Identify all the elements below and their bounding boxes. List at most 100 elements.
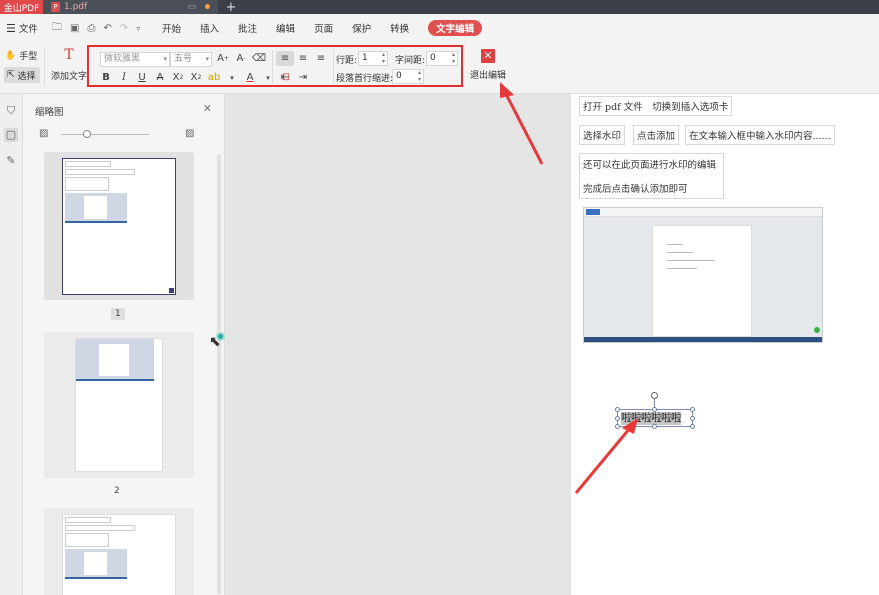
quick-access-toolbar: 🗀 ▣ ⎙ ↶ ↷ ▿ xyxy=(44,20,162,37)
line-spacing-input[interactable]: 1 ▴ ▾ xyxy=(358,51,388,66)
font-color-icon[interactable]: A xyxy=(241,70,259,85)
menu-page[interactable]: 页面 xyxy=(314,21,333,35)
file-menu[interactable]: ☰ 文件 xyxy=(0,21,44,36)
increase-font-icon[interactable]: A + xyxy=(214,51,232,66)
exit-edit-label: 退出编辑 xyxy=(469,71,506,81)
thumb-text-line xyxy=(65,533,109,547)
thumbnail-page-image xyxy=(75,338,163,472)
text-edit-ribbon: ✋ 手型 ⇱ 选择 T 添加文字 微软雅黑 ▾ 五号 ▾ A + A- ⌫ B I… xyxy=(0,42,879,94)
menu-text-edit[interactable]: 文字编辑 xyxy=(428,20,483,36)
superscript-icon[interactable]: X2 xyxy=(169,70,187,85)
annotation-icon[interactable]: ✎ xyxy=(4,154,18,168)
menu-annotate[interactable]: 批注 xyxy=(238,21,257,35)
font-family-select[interactable]: 微软雅黑 ▾ xyxy=(100,52,170,67)
rotate-handle[interactable] xyxy=(651,392,658,399)
resize-handle[interactable] xyxy=(690,424,695,429)
menu-protect[interactable]: 保护 xyxy=(352,21,371,35)
thumbnail-page-3[interactable] xyxy=(44,508,194,595)
editable-text-content[interactable]: 啦啦啦啦啦啦 xyxy=(621,412,682,425)
thumbnail-page-2[interactable] xyxy=(44,332,194,478)
close-icon[interactable]: ✕ xyxy=(203,102,212,115)
bold-icon[interactable]: B xyxy=(97,70,115,85)
thumb-text-line xyxy=(65,177,109,191)
highlight-icon[interactable]: ab xyxy=(205,70,223,85)
zoom-knob[interactable] xyxy=(83,130,91,138)
open-folder-icon[interactable]: 🗀 xyxy=(52,20,62,37)
hand-tool-button[interactable]: ✋ 手型 xyxy=(5,49,38,63)
first-indent-input[interactable]: 0 ▴ ▾ xyxy=(392,69,424,84)
thumbnail-icon[interactable]: ▢ xyxy=(4,128,18,142)
redo-icon[interactable]: ↷ xyxy=(120,23,128,34)
menu-edit[interactable]: 编辑 xyxy=(276,21,295,35)
select-tool-button[interactable]: ⇱ 选择 xyxy=(4,67,40,83)
indent-decrease-icon[interactable]: ⇤ xyxy=(276,70,294,85)
resize-handle[interactable] xyxy=(690,416,695,421)
document-page[interactable]: 打开 pdf 文件 切换到插入选项卡 选择水印 点击添加 在文本输入框中输入水印… xyxy=(571,94,879,595)
more-dropdown-icon[interactable]: ▿ xyxy=(136,24,140,33)
embedded-screenshot[interactable] xyxy=(583,207,823,343)
document-tab-label: 1.pdf xyxy=(64,2,88,12)
document-canvas[interactable]: 打开 pdf 文件 切换到插入选项卡 选择水印 点击添加 在文本输入框中输入水印… xyxy=(226,94,879,595)
editable-text-box[interactable]: 啦啦啦啦啦啦 xyxy=(615,407,695,429)
spinner-icon[interactable]: ▴ ▾ xyxy=(452,51,455,65)
menu-convert[interactable]: 转换 xyxy=(390,21,409,35)
thumbnail-page-image xyxy=(62,158,176,295)
align-center-icon[interactable]: ≡ xyxy=(294,51,312,66)
font-size-tools: A + A- ⌫ xyxy=(214,51,268,66)
select-tool-label: 选择 xyxy=(17,71,36,82)
italic-icon[interactable]: I xyxy=(115,70,133,85)
page-corner-mark xyxy=(169,288,174,293)
font-size-select[interactable]: 五号 ▾ xyxy=(170,52,212,67)
thumbnail-scrollbar[interactable] xyxy=(217,154,221,594)
text-block-row1[interactable]: 打开 pdf 文件 切换到插入选项卡 xyxy=(579,96,733,116)
pdf-file-icon: P xyxy=(51,2,60,12)
spinner-icon[interactable]: ▴ ▾ xyxy=(418,69,421,83)
thumbnail-page-1[interactable] xyxy=(44,152,194,300)
subscript-icon[interactable]: X2 xyxy=(187,70,205,85)
hand-tool-label: 手型 xyxy=(19,52,38,62)
indent-increase-icon[interactable]: ⇥ xyxy=(294,70,312,85)
large-image-icon[interactable]: ▨ xyxy=(185,128,194,139)
spinner-icon[interactable]: ▴ ▾ xyxy=(382,51,385,65)
menu-start[interactable]: 开始 xyxy=(162,21,181,35)
print-icon[interactable]: ⎙ xyxy=(87,23,95,34)
text-block-row3[interactable]: 还可以在此页面进行水印的编辑 完成后点击确认添加即可 xyxy=(579,153,724,199)
resize-handle[interactable] xyxy=(615,416,620,421)
bookmark-icon[interactable]: ⛉ xyxy=(4,104,18,118)
resize-handle[interactable] xyxy=(615,424,620,429)
eraser-icon[interactable]: ⌫ xyxy=(250,51,268,66)
exit-edit-button[interactable]: ✕ 退出编辑 xyxy=(468,49,508,81)
resize-handle[interactable] xyxy=(652,424,657,429)
thumbnail-zoom-slider: ▨ ▨ xyxy=(39,128,209,142)
align-right-icon[interactable]: ≡ xyxy=(312,51,330,66)
chevron-down-icon[interactable]: ▾ xyxy=(259,70,277,85)
char-spacing-input[interactable]: 0 ▴ ▾ xyxy=(426,51,458,66)
char-spacing-value: 0 xyxy=(430,53,436,63)
embedded-page xyxy=(652,225,752,337)
underline-icon[interactable]: U xyxy=(133,70,151,85)
zoom-track[interactable] xyxy=(61,134,149,135)
close-icon: ✕ xyxy=(481,49,495,63)
chevron-down-icon[interactable]: ▾ xyxy=(223,70,241,85)
text-block-select-watermark[interactable]: 选择水印 xyxy=(579,125,626,145)
save-icon[interactable]: ▣ xyxy=(70,23,79,34)
decrease-font-icon[interactable]: A- xyxy=(232,51,250,66)
align-left-icon[interactable]: ≡ xyxy=(276,51,294,66)
menu-insert[interactable]: 插入 xyxy=(200,21,219,35)
undo-icon[interactable]: ↶ xyxy=(103,23,111,34)
document-tab[interactable]: P 1.pdf ▭ xyxy=(43,0,218,14)
chevron-down-icon: ▾ xyxy=(163,55,167,63)
embedded-toolbar xyxy=(584,208,822,217)
thumbnail-page-image xyxy=(62,514,176,595)
text-block-enter-content[interactable]: 在文本输入框中输入水印内容...... xyxy=(685,125,835,145)
add-text-button[interactable]: T 添加文字 xyxy=(50,47,88,82)
resize-handle[interactable] xyxy=(690,407,695,412)
new-tab-button[interactable]: + xyxy=(218,0,244,14)
window-icon[interactable]: ▭ xyxy=(187,2,196,12)
text-block-click-add[interactable]: 点击添加 xyxy=(633,125,680,145)
app-tab[interactable]: 金山PDF xyxy=(0,0,43,14)
resize-handle[interactable] xyxy=(615,407,620,412)
resize-handle[interactable] xyxy=(652,407,657,412)
strikethrough-icon[interactable]: A xyxy=(151,70,169,85)
small-image-icon[interactable]: ▨ xyxy=(39,128,48,139)
